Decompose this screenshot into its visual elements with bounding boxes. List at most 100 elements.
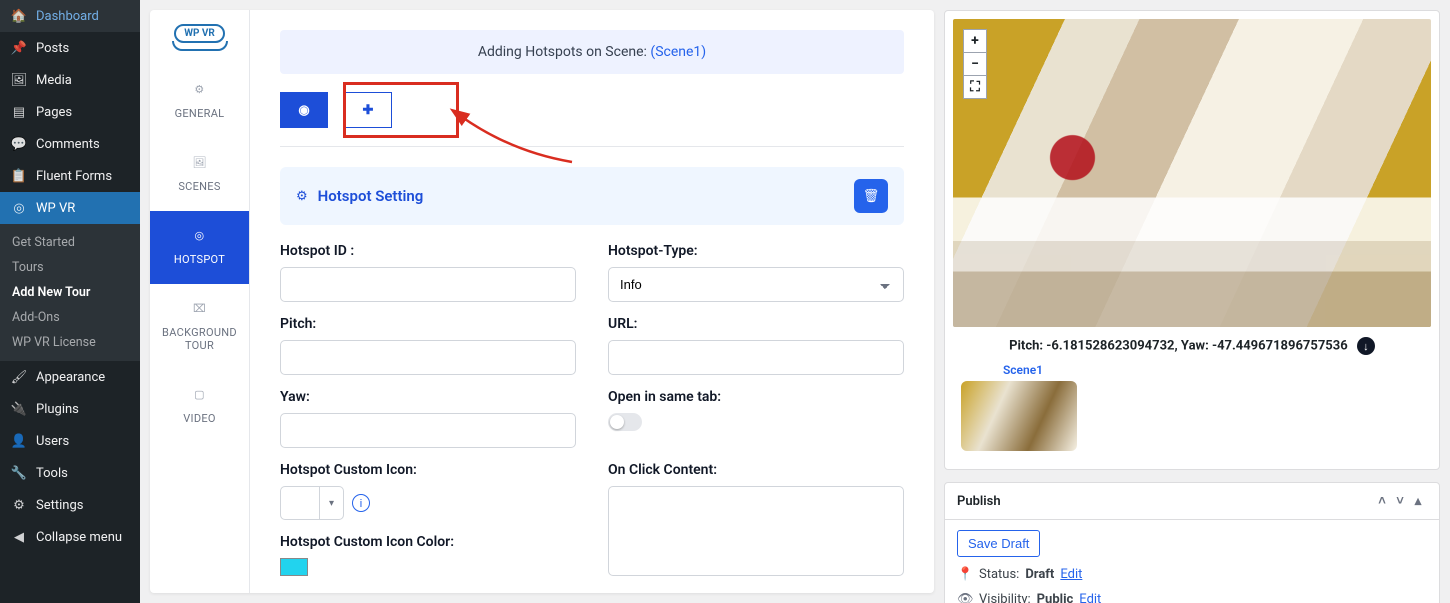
collapse-icon: ◀ xyxy=(10,528,28,546)
sidebar-label: Settings xyxy=(36,498,83,513)
icon-picker[interactable]: ▾ xyxy=(280,486,344,520)
scene-link[interactable]: (Scene1) xyxy=(650,44,706,60)
tab-general[interactable]: ⚙ GENERAL xyxy=(150,65,249,138)
same-tab-toggle[interactable] xyxy=(608,413,642,431)
eye-icon: 👁 xyxy=(957,592,973,603)
field-yaw: Yaw: xyxy=(280,389,576,448)
sidebar-item-fluent-forms[interactable]: 📋 Fluent Forms xyxy=(0,160,140,192)
yaw-input[interactable] xyxy=(280,413,576,448)
zoom-in-button[interactable]: + xyxy=(963,29,987,53)
sidebar-submenu-wpvr: Get Started Tours Add New Tour Add-Ons W… xyxy=(0,224,140,361)
fullscreen-icon: ⛶ xyxy=(970,79,980,95)
sidebar-label: Dashboard xyxy=(36,9,99,24)
devices-icon: ⌧ xyxy=(191,302,209,320)
pin-icon: 📌 xyxy=(10,39,28,57)
status-label: Status: xyxy=(979,567,1019,582)
sidebar-label: Collapse menu xyxy=(36,530,122,545)
label: URL: xyxy=(608,316,904,332)
tab-label: SCENES xyxy=(178,180,220,193)
label: Hotspot Custom Icon: xyxy=(280,462,576,478)
sidebar-sub-tours[interactable]: Tours xyxy=(0,255,140,280)
color-swatch[interactable] xyxy=(280,558,308,576)
tab-label: GENERAL xyxy=(175,107,225,120)
zoom-out-button[interactable]: − xyxy=(963,52,987,76)
sidebar-item-media[interactable]: 🖼Media xyxy=(0,64,140,96)
vr-icon: ◎ xyxy=(10,199,28,217)
edit-status-link[interactable]: Edit xyxy=(1060,567,1082,582)
sidebar-sub-add-new-tour[interactable]: Add New Tour xyxy=(0,280,140,305)
tab-label: VIDEO xyxy=(183,412,216,425)
sidebar-sub-addons[interactable]: Add-Ons xyxy=(0,305,140,330)
tab-video[interactable]: ▢ VIDEO xyxy=(150,370,249,443)
tools-icon: 🔧 xyxy=(10,464,28,482)
hotspot-settings-panel: Adding Hotspots on Scene: (Scene1) ◉ ✚ ⚙… xyxy=(250,10,934,593)
hotspot-setting-header: ⚙ Hotspot Setting 🗑 xyxy=(280,167,904,225)
sidebar-item-settings[interactable]: ⚙ Settings xyxy=(0,489,140,521)
tab-label: HOTSPOT xyxy=(174,253,225,266)
field-on-click: On Click Content: xyxy=(608,462,904,580)
chevron-down-icon: ▾ xyxy=(319,487,343,519)
sidebar-label: Appearance xyxy=(36,370,105,385)
sidebar-label: Pages xyxy=(36,105,72,120)
tab-background-tour[interactable]: ⌧BACKGROUND TOUR xyxy=(150,284,249,370)
plugin-icon: 🔌 xyxy=(10,400,28,418)
target-icon: ◎ xyxy=(191,229,209,247)
sidebar-sub-license[interactable]: WP VR License xyxy=(0,330,140,355)
delete-hotspot-button[interactable]: 🗑 xyxy=(854,179,888,213)
sidebar-item-posts[interactable]: 📌Posts xyxy=(0,32,140,64)
caret-up-icon[interactable]: ▴ xyxy=(1409,494,1427,509)
preview-viewport[interactable]: + − ⛶ xyxy=(953,19,1431,327)
sidebar-item-plugins[interactable]: 🔌Plugins xyxy=(0,393,140,425)
label: On Click Content: xyxy=(608,462,904,478)
sidebar-item-dashboard[interactable]: 🏠 Dashboard xyxy=(0,0,140,32)
gear-icon: ⚙ xyxy=(191,83,209,101)
sidebar-label: Users xyxy=(36,434,69,449)
pitch-input[interactable] xyxy=(280,340,576,375)
fullscreen-button[interactable]: ⛶ xyxy=(963,75,987,99)
forms-icon: 📋 xyxy=(10,167,28,185)
settings-icon: ⚙ xyxy=(10,496,28,514)
pitch-yaw-readout: Pitch: -6.181528623094732, Yaw: -47.4496… xyxy=(953,327,1431,363)
help-icon[interactable]: i xyxy=(352,494,370,512)
hotspot-id-input[interactable] xyxy=(280,267,576,302)
sidebar-item-wpvr[interactable]: ◎ WP VR xyxy=(0,192,140,224)
publish-title: Publish xyxy=(957,494,1373,509)
sidebar-label: Fluent Forms xyxy=(36,169,112,184)
video-icon: ▢ xyxy=(191,388,209,406)
tab-scenes[interactable]: 🖼SCENES xyxy=(150,138,249,211)
field-hotspot-type: Hotspot-Type: Info xyxy=(608,243,904,302)
url-input[interactable] xyxy=(608,340,904,375)
current-hotspot-button[interactable]: ◉ xyxy=(280,92,328,128)
sidebar-collapse[interactable]: ◀ Collapse menu xyxy=(0,521,140,553)
label: Pitch: xyxy=(280,316,576,332)
field-hotspot-id: Hotspot ID : xyxy=(280,243,576,302)
scene-thumb-label: Scene1 xyxy=(965,363,1081,377)
edit-visibility-link[interactable]: Edit xyxy=(1079,592,1101,603)
pin-icon: 📍 xyxy=(957,567,973,582)
editor-vertical-tabs: WP VR ⚙GENERAL 🖼SCENES ◎HOTSPOT ⌧BACKGRO… xyxy=(150,10,250,593)
label: Hotspot-Type: xyxy=(608,243,904,259)
sidebar-item-appearance[interactable]: 🖌Appearance xyxy=(0,361,140,393)
tab-hotspot[interactable]: ◎ HOTSPOT xyxy=(150,211,249,284)
dashboard-icon: 🏠 xyxy=(10,7,28,25)
sidebar-item-pages[interactable]: ▤ Pages xyxy=(0,96,140,128)
status-value: Draft xyxy=(1025,567,1054,582)
plus-icon: ✚ xyxy=(363,103,374,118)
sidebar-item-users[interactable]: 👤Users xyxy=(0,425,140,457)
add-hotspot-button[interactable]: ✚ xyxy=(344,92,392,128)
pages-icon: ▤ xyxy=(10,103,28,121)
save-draft-button[interactable]: Save Draft xyxy=(957,530,1040,557)
scene-notice: Adding Hotspots on Scene: (Scene1) xyxy=(280,30,904,74)
chevron-down-icon[interactable]: ˅ xyxy=(1391,493,1409,509)
chevron-up-icon[interactable]: ˄ xyxy=(1373,493,1391,509)
sidebar-item-comments[interactable]: 💬Comments xyxy=(0,128,140,160)
sidebar-item-tools[interactable]: 🔧Tools xyxy=(0,457,140,489)
hotspot-type-select[interactable]: Info xyxy=(608,267,904,302)
field-custom-icon: Hotspot Custom Icon: ▾ i xyxy=(280,462,576,520)
sidebar-sub-get-started[interactable]: Get Started xyxy=(0,230,140,255)
visibility-value: Public xyxy=(1037,592,1074,603)
scene-thumbnail[interactable] xyxy=(961,381,1077,451)
on-click-textarea[interactable] xyxy=(608,486,904,576)
copy-coords-button[interactable]: ↓ xyxy=(1357,337,1375,355)
sidebar-label: WP VR xyxy=(36,201,75,216)
